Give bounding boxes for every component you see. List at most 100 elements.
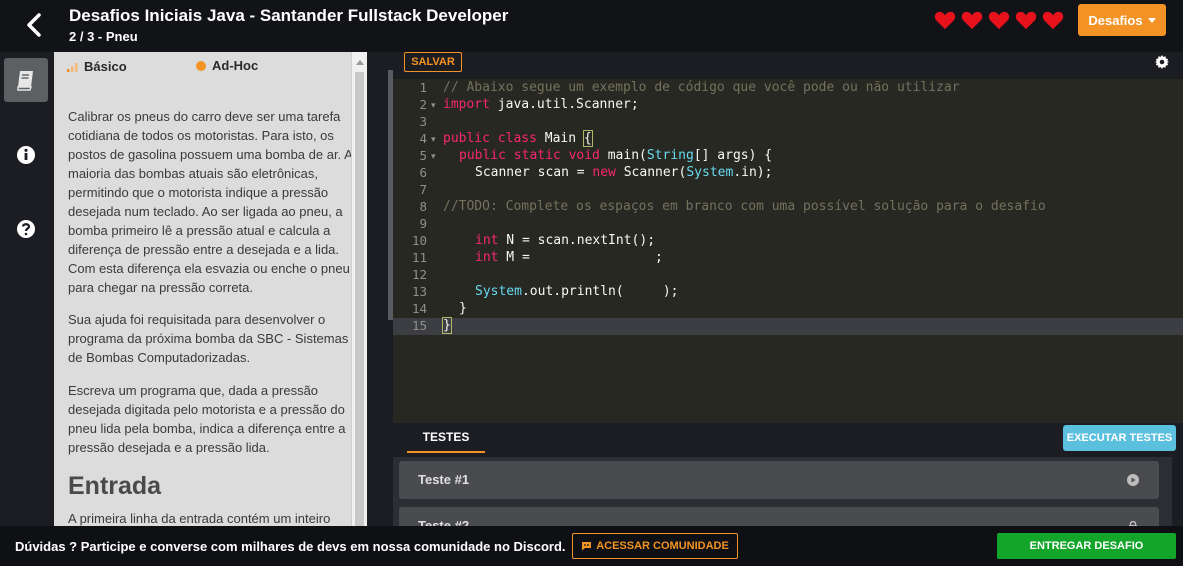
heart-icon <box>961 11 983 30</box>
caret-down-icon <box>1147 17 1156 23</box>
fold-arrow-icon[interactable]: ▾ <box>431 151 436 162</box>
back-button[interactable] <box>20 10 50 40</box>
line-number: 8 <box>419 199 427 214</box>
level-label: Básico <box>84 59 127 74</box>
line-number: 9 <box>419 216 427 231</box>
code-token: public class <box>443 131 537 146</box>
code-token: Scanner scan = <box>475 165 593 180</box>
line-number: 7 <box>419 182 427 197</box>
heart-icon <box>988 11 1010 30</box>
heart-icon <box>1042 11 1064 30</box>
line-number: 2 <box>419 97 427 112</box>
code-line-5: public static void main(String[] args) { <box>459 148 772 163</box>
line-number: 6 <box>419 165 427 180</box>
line-number: 1 <box>419 80 427 95</box>
desafios-dropdown-button[interactable]: Desafios <box>1078 4 1166 36</box>
code-token: .in); <box>733 165 773 180</box>
panel-splitter[interactable] <box>367 52 393 526</box>
code-token: System <box>475 284 522 299</box>
community-prompt: Dúvidas ? Participe e converse com milha… <box>15 539 566 554</box>
info-icon <box>17 146 35 164</box>
left-icon-bar <box>0 52 54 526</box>
desafios-label: Desafios <box>1088 12 1143 28</box>
fold-arrow-icon[interactable]: ▾ <box>431 134 436 145</box>
challenge-progress: 2 / 3 - Pneu <box>69 29 138 44</box>
gear-icon[interactable] <box>1155 55 1169 69</box>
code-line-11: int M = ; <box>475 250 663 265</box>
code-token: public static void <box>459 148 600 163</box>
code-token: main( <box>599 148 647 163</box>
code-line-14: } <box>459 301 467 316</box>
sidebar-item-help[interactable] <box>4 207 48 251</box>
test-label: Teste #2 <box>418 518 470 526</box>
dot-icon <box>196 60 206 71</box>
code-line-15: } <box>442 317 452 334</box>
description-paragraph: Calibrar os pneus do carro deve ser uma … <box>68 109 351 295</box>
tests-scrollbar[interactable] <box>1172 457 1183 526</box>
fold-arrow-icon[interactable]: ▾ <box>431 100 436 111</box>
tests-toolbar: TESTES EXECUTAR TESTES <box>393 423 1183 457</box>
entrada-paragraph: A primeira linha da entrada contém um in… <box>68 511 331 526</box>
code-token: System <box>686 165 734 180</box>
line-number: 13 <box>411 284 427 299</box>
code-token: N = scan.nextInt(); <box>498 233 656 248</box>
code-token: import <box>443 97 490 112</box>
tests-list: Teste #1 Teste #2 <box>393 457 1183 526</box>
line-number: 15 <box>411 318 427 333</box>
active-line-highlight <box>393 318 1183 335</box>
line-number: 5 <box>419 148 427 163</box>
play-circle-icon[interactable] <box>1127 474 1139 486</box>
heart-icon <box>1015 11 1037 30</box>
code-token: Main <box>536 131 584 146</box>
discord-icon <box>582 542 592 551</box>
matched-brace: } <box>442 317 452 334</box>
submit-challenge-button[interactable]: ENTREGAR DESAFIO <box>997 533 1176 559</box>
code-token: .out.println( ); <box>521 284 679 299</box>
code-line-1: // Abaixo segue um exemplo de código que… <box>443 80 960 95</box>
code-token: java.util.Scanner; <box>489 97 639 112</box>
tab-testes[interactable]: TESTES <box>407 423 485 453</box>
code-token: M = ; <box>498 250 663 265</box>
lives-indicator <box>934 10 1064 30</box>
run-tests-button[interactable]: EXECUTAR TESTES <box>1063 425 1176 451</box>
code-editor[interactable]: 1 2 3 4 5 6 7 8 9 10 11 12 13 14 15 ▾ ▾ … <box>393 79 1183 423</box>
description-scrollbar[interactable] <box>351 52 367 532</box>
footer-bar: Dúvidas ? Participe e converse com milha… <box>0 526 1183 566</box>
test-item[interactable]: Teste #1 <box>399 461 1159 499</box>
community-label: ACESSAR COMUNIDADE <box>596 540 729 552</box>
code-token: int <box>475 250 499 265</box>
code-line-10: int N = scan.nextInt(); <box>475 233 655 248</box>
category-label: Ad-Hoc <box>212 58 259 73</box>
test-item[interactable]: Teste #2 <box>399 507 1159 526</box>
top-header: Desafios Iniciais Java - Santander Fulls… <box>0 0 1183 52</box>
heart-icon <box>934 11 956 30</box>
question-icon <box>17 220 35 238</box>
book-icon <box>17 71 33 91</box>
scroll-up-icon[interactable] <box>356 60 364 65</box>
section-heading-entrada: Entrada <box>68 472 162 500</box>
code-token: int <box>475 233 499 248</box>
line-number: 3 <box>419 114 427 129</box>
description-paragraph: Sua ajuda foi requisitada para desenvolv… <box>68 312 349 365</box>
editor-toolbar: SALVAR <box>393 52 1183 79</box>
line-number: 12 <box>411 267 427 282</box>
code-token: Scanner( <box>615 165 687 180</box>
save-button[interactable]: SALVAR <box>404 52 462 72</box>
category-badge: Ad-Hoc <box>196 58 258 73</box>
level-badge: Básico <box>67 59 127 74</box>
chevron-left-icon[interactable] <box>20 10 50 40</box>
code-token: new <box>592 165 616 180</box>
sidebar-item-description[interactable] <box>4 58 48 102</box>
sidebar-item-info[interactable] <box>4 133 48 177</box>
code-token: [] args) { <box>693 148 773 163</box>
problem-description-panel: Básico Ad-Hoc Calibrar os pneus do carro… <box>54 52 351 526</box>
description-paragraph: Escreva um programa que, dada a pressão … <box>68 383 346 455</box>
matched-brace: { <box>582 130 593 147</box>
scrollbar-thumb[interactable] <box>355 72 364 532</box>
page-title: Desafios Iniciais Java - Santander Fulls… <box>69 6 509 25</box>
code-line-6: Scanner scan = new Scanner(System.in); <box>475 165 772 180</box>
line-number: 14 <box>411 301 427 316</box>
code-line-4: public class Main { <box>443 130 593 147</box>
code-line-2: import java.util.Scanner; <box>443 97 639 112</box>
community-button[interactable]: ACESSAR COMUNIDADE <box>572 533 738 559</box>
